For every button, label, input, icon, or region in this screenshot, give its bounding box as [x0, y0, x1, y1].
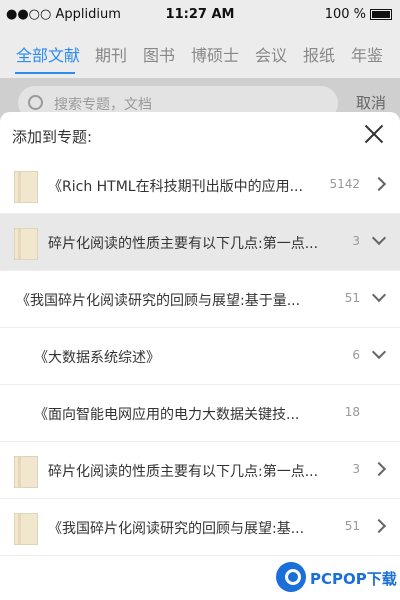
pcpop-watermark: PCPOP下载: [276, 562, 397, 596]
battery-status: 100 %: [325, 7, 392, 22]
chevron-down-icon[interactable]: [371, 344, 387, 360]
document-icon: [14, 171, 38, 203]
status-bar: ●●○○ Applidium 11:27 AM 100 %: [0, 0, 400, 28]
close-icon[interactable]: [364, 124, 384, 144]
document-icon: [14, 456, 38, 488]
chevron-right-icon[interactable]: [371, 176, 387, 192]
active-tab-indicator: [15, 72, 75, 74]
topic-count: 3: [352, 462, 360, 476]
tab-all-literature[interactable]: 全部文献: [16, 42, 80, 66]
tab-yearbooks[interactable]: 年鉴: [351, 42, 383, 66]
topic-row[interactable]: 《我国碎片化阅读研究的回顾与展望:基... 51: [0, 499, 400, 556]
pcpop-logo-icon: [276, 562, 306, 592]
chevron-right-icon[interactable]: [371, 518, 387, 534]
topic-row[interactable]: 碎片化阅读的性质主要有以下几点:第一点... 3: [0, 214, 400, 271]
tab-conferences[interactable]: 会议: [255, 42, 287, 66]
topic-label: 《大数据系统综述》: [34, 350, 160, 366]
battery-label: 100 %: [324, 7, 366, 22]
cancel-button[interactable]: 取消: [356, 92, 386, 113]
tab-books[interactable]: 图书: [143, 42, 175, 66]
add-to-topic-sheet: 添加到专题: 《Rich HTML在科技期刊出版中的应用... 5142 碎片化…: [0, 112, 400, 600]
tab-journals[interactable]: 期刊: [95, 42, 127, 66]
sheet-title: 添加到专题:: [12, 128, 93, 146]
search-placeholder: 搜索专题，文档: [54, 97, 152, 113]
chevron-down-icon[interactable]: [371, 230, 387, 246]
topic-count: 18: [344, 405, 360, 419]
topic-row[interactable]: 碎片化阅读的性质主要有以下几点:第一点... 3: [0, 442, 400, 499]
topic-row[interactable]: 《Rich HTML在科技期刊出版中的应用... 5142: [0, 157, 400, 214]
chevron-right-icon[interactable]: [371, 461, 387, 477]
topic-count: 51: [344, 291, 360, 305]
tab-theses[interactable]: 博硕士: [191, 42, 239, 66]
topic-count: 3: [352, 234, 360, 248]
watermark-text: PCPOP下载: [310, 570, 397, 588]
document-icon: [14, 228, 38, 260]
topic-count: 51: [344, 519, 360, 533]
topic-row[interactable]: 《面向智能电网应用的电力大数据关键技... 18: [0, 385, 400, 442]
topic-label: 碎片化阅读的性质主要有以下几点:第一点...: [48, 236, 319, 252]
topic-label: 《Rich HTML在科技期刊出版中的应用...: [48, 179, 303, 195]
topic-label: 《我国碎片化阅读研究的回顾与展望:基于量...: [16, 293, 301, 309]
topic-row[interactable]: 《我国碎片化阅读研究的回顾与展望:基于量... 51: [0, 271, 400, 328]
topic-label: 《我国碎片化阅读研究的回顾与展望:基...: [48, 521, 305, 537]
topic-count: 6: [352, 348, 360, 362]
tab-newspapers[interactable]: 报纸: [303, 42, 335, 66]
document-icon: [14, 513, 38, 545]
search-icon: [28, 95, 43, 110]
topic-label: 《面向智能电网应用的电力大数据关键技...: [34, 407, 300, 423]
category-tabs: 全部文献 期刊 图书 博硕士 会议 报纸 年鉴: [0, 28, 400, 78]
chevron-down-icon[interactable]: [371, 287, 387, 303]
battery-icon: [370, 9, 392, 20]
topic-row[interactable]: 《大数据系统综述》 6: [0, 328, 400, 385]
topic-label: 碎片化阅读的性质主要有以下几点:第一点...: [48, 464, 319, 480]
topic-list: 《Rich HTML在科技期刊出版中的应用... 5142 碎片化阅读的性质主要…: [0, 157, 400, 556]
topic-count: 5142: [329, 177, 360, 191]
